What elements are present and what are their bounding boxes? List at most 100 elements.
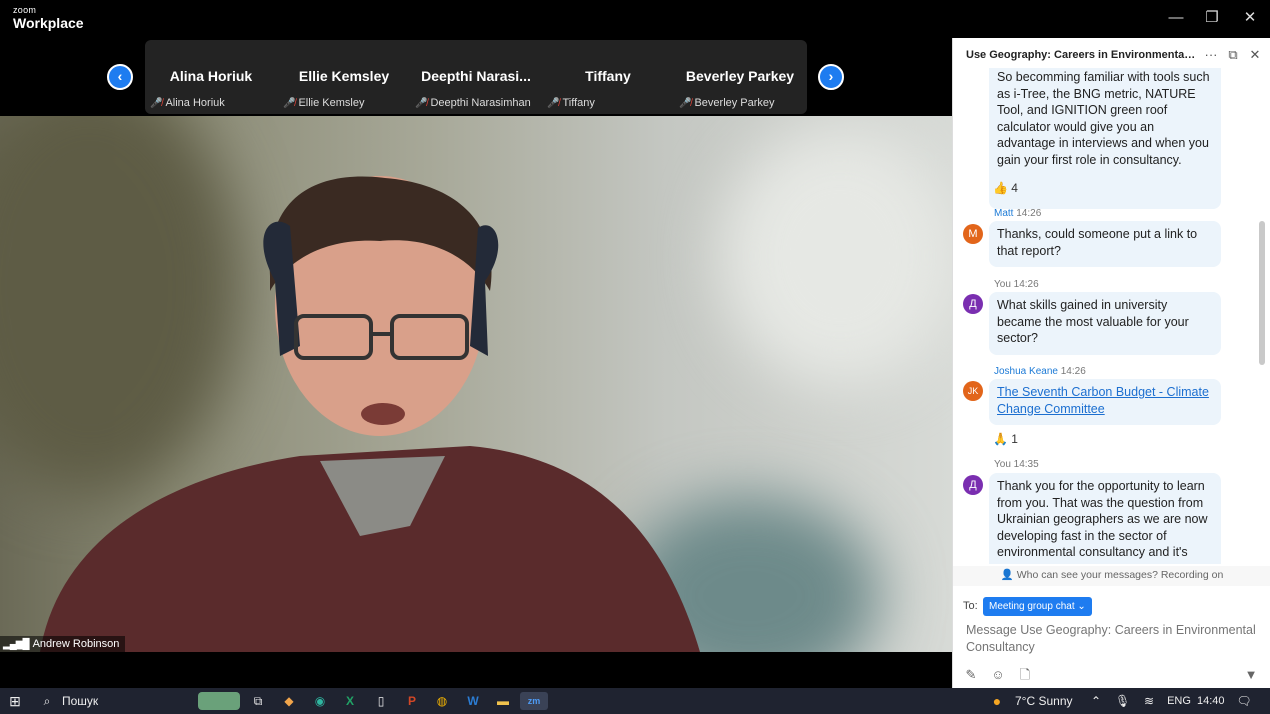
emoji-icon[interactable]: ☺ — [989, 666, 1007, 684]
chevron-up-icon[interactable]: ⌃ — [1089, 692, 1103, 710]
task-view-icon[interactable]: ⧉ — [249, 692, 267, 710]
more-options-icon[interactable]: ··· — [1202, 46, 1220, 64]
muted-mic-icon: 🎤̸ — [415, 98, 428, 109]
format-text-icon[interactable]: ✎ — [962, 666, 980, 684]
muted-mic-icon: 🎤̸ — [547, 98, 560, 109]
message-sender: You 14:26 — [994, 279, 1039, 290]
close-chat-icon[interactable]: ✕ — [1246, 46, 1264, 64]
message-sender: You 14:35 — [994, 459, 1039, 470]
participant-label: 🎤̸ Beverley Parkey — [679, 97, 775, 109]
video-bottom-bar — [0, 652, 952, 688]
search-highlight-image[interactable] — [198, 692, 240, 710]
weather-text[interactable]: 7°C Sunny — [1015, 692, 1073, 710]
participant-tile-name: Ellie Kemsley — [298, 68, 390, 84]
next-participants-button[interactable]: › — [818, 64, 844, 90]
powerpoint-icon[interactable]: P — [403, 692, 421, 710]
participant-tile-name: Beverley Parkey — [685, 68, 795, 84]
avatar[interactable]: Д — [963, 294, 983, 314]
edge-browser-icon[interactable]: ◉ — [311, 692, 329, 710]
sender-name: Matt — [994, 208, 1014, 219]
message-sender: Matt 14:26 — [994, 208, 1041, 219]
participant-tile-name: Deepthi Narasi... — [421, 68, 531, 84]
brand-big: Workplace — [13, 15, 84, 31]
message-sender: Joshua Keane 14:26 — [994, 366, 1086, 377]
speaker-video[interactable] — [0, 116, 952, 652]
thumbs-up-reaction[interactable]: 👍 4 — [993, 181, 1018, 195]
muted-mic-icon: 🎤̸ — [679, 98, 692, 109]
message-time: 14:26 — [1060, 366, 1086, 377]
chat-scrollbar[interactable] — [1259, 221, 1265, 365]
chat-message-bubble[interactable]: What skills gained in university became … — [989, 292, 1221, 355]
word-icon[interactable]: W — [464, 692, 482, 710]
sender-name: Joshua Keane — [994, 366, 1058, 377]
participant-label: 🎤̸ Alina Horiuk — [150, 97, 225, 109]
visibility-text: Who can see your messages? Recording on — [1016, 569, 1224, 581]
wifi-icon[interactable]: ≋ — [1142, 692, 1156, 710]
to-label: To: — [963, 600, 978, 612]
avatar[interactable]: Д — [963, 475, 983, 495]
file-explorer-icon[interactable]: ▬ — [494, 692, 512, 710]
message-time: 14:26 — [1016, 208, 1042, 219]
message-visibility-notice[interactable]: 👤 Who can see your messages? Recording o… — [953, 566, 1270, 586]
chat-header: Use Geography: Careers in Environmental … — [953, 38, 1270, 72]
speaker-name: Andrew Robinson — [32, 638, 120, 650]
close-window-button[interactable]: ✕ — [1237, 6, 1263, 30]
taskbar-search-label[interactable]: Пошук — [62, 692, 98, 710]
excel-icon[interactable]: X — [341, 692, 359, 710]
language-indicator[interactable]: ENG — [1167, 692, 1191, 710]
chat-message-bubble[interactable]: Thank you for the opportunity to learn f… — [989, 473, 1221, 564]
weather-icon[interactable]: ● — [988, 692, 1006, 710]
folded-hands-reaction[interactable]: 🙏 1 — [993, 432, 1018, 446]
participant-tile-tiffany[interactable]: Tiffany 🎤̸ Tiffany — [542, 40, 674, 114]
report-link[interactable]: The Seventh Carbon Budget - Climate Chan… — [997, 385, 1209, 416]
file-icon[interactable]: 🗋 — [1016, 666, 1034, 684]
sender-name: You — [994, 459, 1011, 470]
sender-name: You — [994, 279, 1011, 290]
avatar[interactable]: M — [963, 224, 983, 244]
muted-mic-icon: 🎤̸ — [150, 98, 163, 109]
participant-label: 🎤̸ Deepthi Narasimhan — [415, 97, 531, 109]
participant-tile-beverley-parkey[interactable]: Beverley Parkey 🎤̸ Beverley Parkey — [674, 40, 806, 114]
participant-tile-deepthi-narasimhan[interactable]: Deepthi Narasi... 🎤̸ Deepthi Narasimhan — [410, 40, 542, 114]
notifications-icon[interactable]: 🗨 — [1236, 692, 1252, 710]
chat-message-bubble: The Seventh Carbon Budget - Climate Chan… — [989, 379, 1221, 425]
avatar[interactable]: JK — [963, 381, 983, 401]
chat-title: Use Geography: Careers in Environmental … — [966, 49, 1196, 61]
chat-panel: Use Geography: Careers in Environmental … — [952, 38, 1270, 688]
clock[interactable]: 14:40 — [1197, 692, 1225, 710]
participant-label-text: Alina Horiuk — [165, 97, 225, 109]
participant-tile-alina-horiuk[interactable]: Alina Horiuk 🎤̸ Alina Horiuk — [145, 40, 277, 114]
copilot-icon[interactable]: ◆ — [280, 692, 298, 710]
search-icon[interactable]: ⌕ — [38, 692, 56, 710]
notepad-icon[interactable]: ▯ — [372, 692, 390, 710]
pop-out-icon[interactable]: ⧉ — [1224, 46, 1242, 64]
chat-message-bubble[interactable]: So becomming familiar with tools such as… — [989, 68, 1221, 209]
recipient-dropdown[interactable]: Meeting group chat ⌄ — [983, 597, 1092, 616]
participant-tile-name: Alina Horiuk — [169, 68, 253, 84]
zoom-taskbar-icon[interactable]: zm — [520, 692, 548, 710]
windows-start-icon[interactable]: ⊞ — [6, 692, 24, 710]
zoom-logo: zoom Workplace — [13, 5, 84, 31]
signal-bars-icon: ▂▄▆█ — [3, 639, 30, 650]
send-filter-icon[interactable]: ▼ — [1242, 666, 1260, 684]
participant-label-text: Tiffany — [562, 97, 595, 109]
previous-participants-button[interactable]: ‹ — [107, 64, 133, 90]
brand-small: zoom — [13, 5, 37, 15]
participant-label: 🎤̸ Tiffany — [547, 97, 595, 109]
participant-tile-ellie-kemsley[interactable]: Ellie Kemsley 🎤̸ Ellie Kemsley — [278, 40, 410, 114]
chat-message-bubble[interactable]: Thanks, could someone put a link to that… — [989, 221, 1221, 267]
speaker-person-image — [40, 176, 700, 652]
chrome-icon[interactable]: ◍ — [433, 692, 451, 710]
recipient-label: Meeting group chat — [989, 601, 1075, 612]
message-time: 14:35 — [1013, 459, 1039, 470]
zoom-meeting-window: zoom Workplace — ❐ ✕ ‹ › Alina Horiuk 🎤̸… — [0, 0, 1270, 714]
microphone-icon[interactable]: 🎙 — [1115, 692, 1130, 710]
chevron-down-icon: ⌄ — [1077, 601, 1086, 612]
chat-message-list[interactable]: So becomming familiar with tools such as… — [953, 68, 1270, 564]
participant-label-text: Beverley Parkey — [694, 97, 775, 109]
participant-label-text: Deepthi Narasimhan — [430, 97, 531, 109]
restore-button[interactable]: ❐ — [1199, 6, 1225, 30]
minimize-button[interactable]: — — [1163, 6, 1189, 30]
chat-message-input[interactable] — [966, 622, 1258, 662]
windows-taskbar: ⊞ ⌕ Пошук ⧉ ◆ ◉ X ▯ P ◍ W ▬ zm ● 7°C Sun… — [0, 688, 1270, 714]
